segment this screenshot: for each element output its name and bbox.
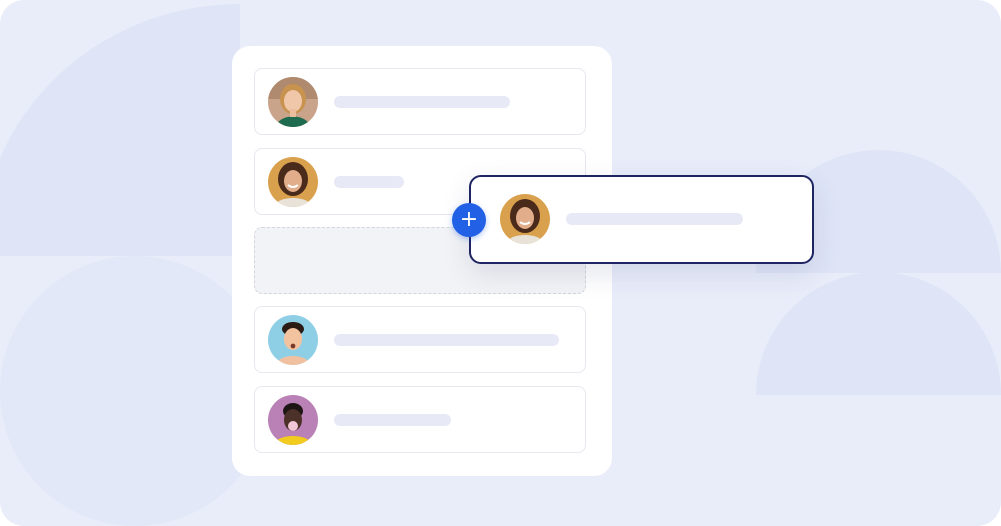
avatar: [500, 194, 550, 244]
decorative-shape: [0, 256, 270, 526]
list-item[interactable]: [254, 386, 586, 453]
list-item[interactable]: [254, 306, 586, 373]
avatar: [268, 315, 318, 365]
list-item[interactable]: [254, 68, 586, 135]
plus-icon: +: [459, 207, 479, 232]
name-placeholder-bar: [334, 96, 510, 108]
canvas-background: +: [0, 0, 1001, 526]
decorative-shape: [756, 272, 1001, 395]
add-button[interactable]: +: [452, 203, 486, 237]
avatar: [268, 157, 318, 207]
dragged-list-item[interactable]: [469, 175, 814, 264]
name-placeholder-bar: [566, 213, 743, 225]
name-placeholder-bar: [334, 176, 404, 188]
name-placeholder-bar: [334, 414, 451, 426]
avatar: [268, 77, 318, 127]
avatar: [268, 395, 318, 445]
name-placeholder-bar: [334, 334, 559, 346]
